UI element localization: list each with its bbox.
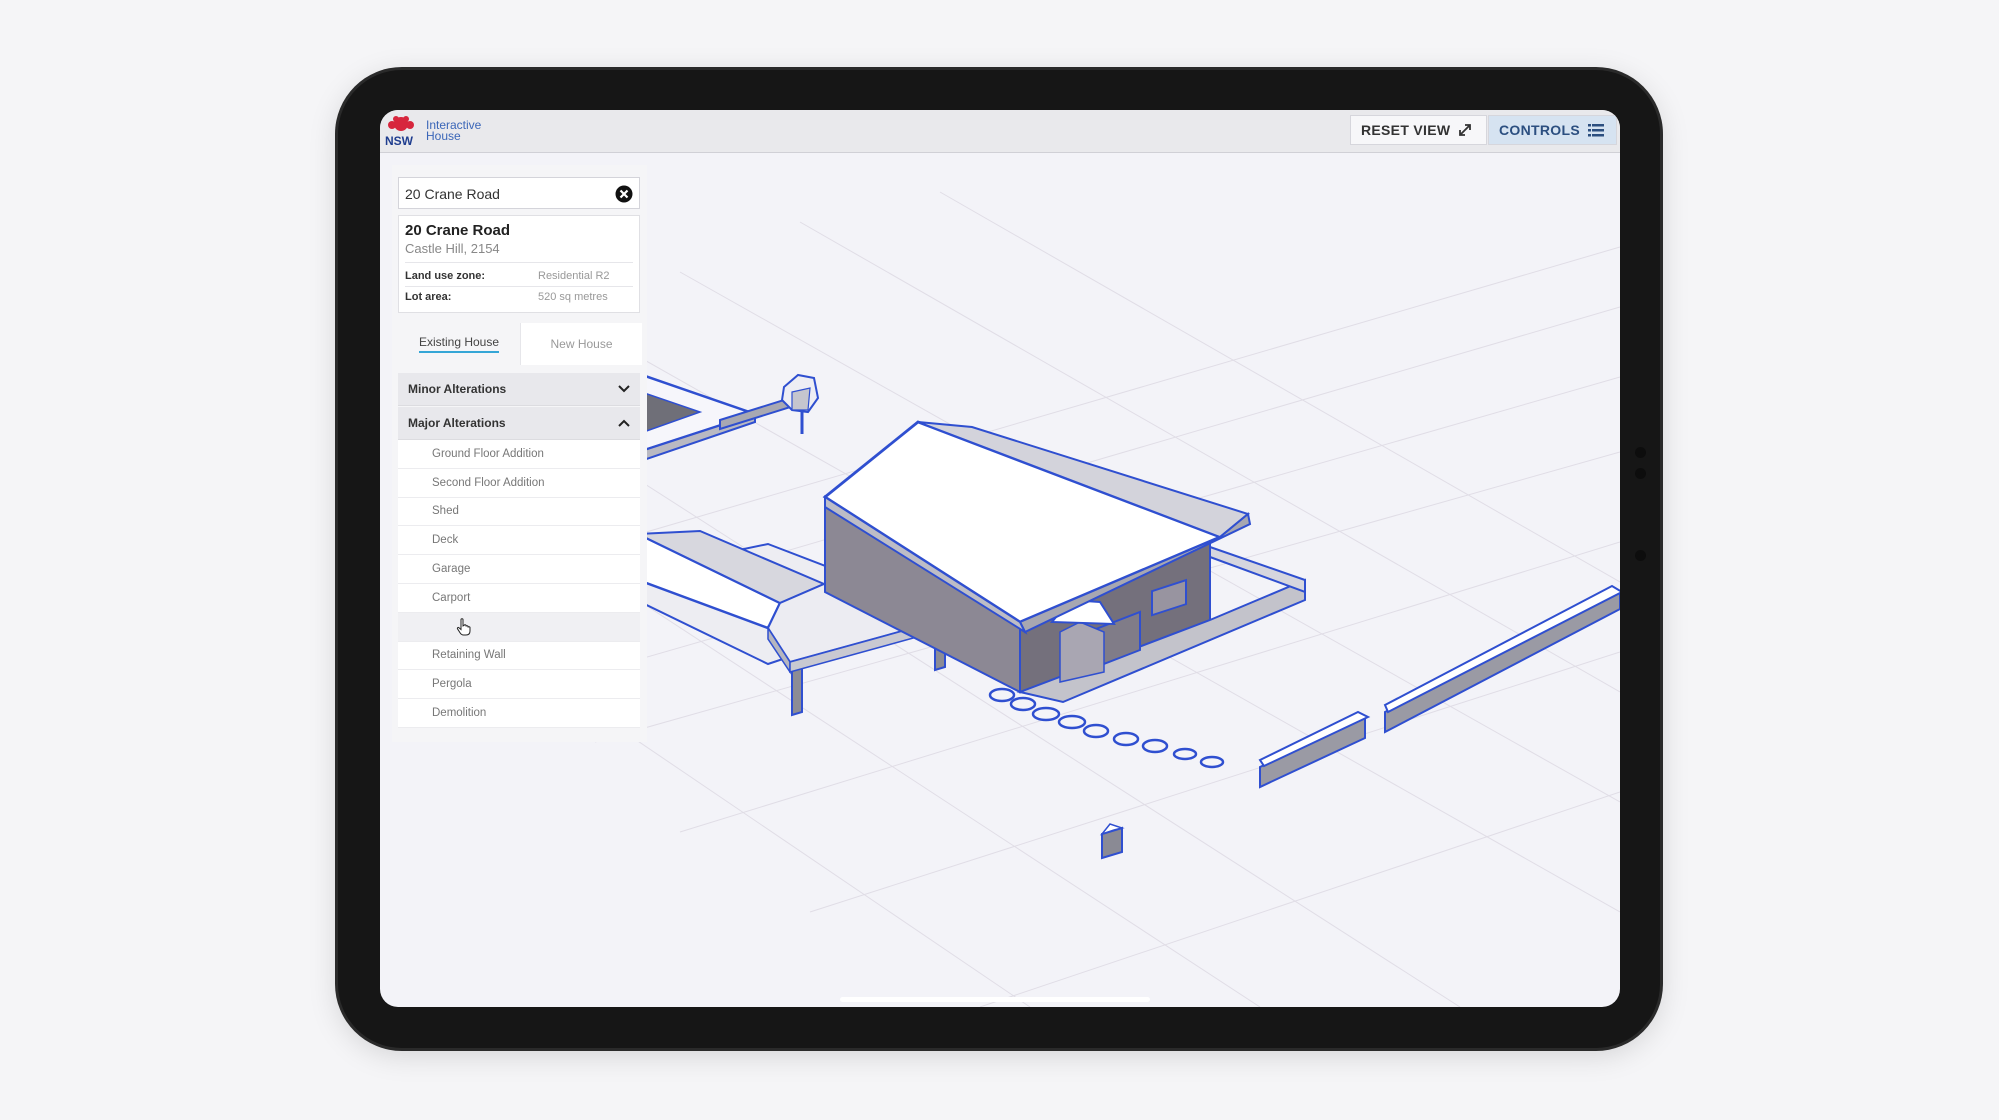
app-name-line2: House [426,129,461,143]
section-label: Minor Alterations [408,382,507,396]
house-tabs: Existing House New House [398,323,648,367]
side-button [1635,468,1646,479]
tab-label: New House [550,337,613,351]
nsw-logo[interactable]: NSW Interactive House [384,115,481,147]
section-label: Major Alterations [408,416,506,430]
front-wall-right[interactable] [1383,584,1620,734]
home-indicator [840,997,1150,1002]
land-use-value: Residential R2 [538,270,610,282]
expand-arrows-icon [1459,124,1472,136]
property-title: 20 Crane Road [405,222,511,239]
chevron-down-icon [618,385,630,393]
minor-alterations-header[interactable]: Minor Alterations [398,373,640,406]
list-item-pergola[interactable]: Pergola [398,670,640,700]
app-screen: NSW Interactive House RESET VIEW CONTROL… [380,110,1620,1007]
major-alterations-list: Ground Floor Addition Second Floor Addit… [398,440,640,728]
list-item-deck[interactable]: Deck [398,526,640,556]
list-item-second-floor-addition[interactable]: Second Floor Addition [398,469,640,498]
list-item-ground-floor-addition[interactable]: Ground Floor Addition [398,440,640,469]
letterbox[interactable] [1099,823,1125,860]
address-search[interactable] [398,177,640,209]
front-wall-left[interactable] [1258,710,1371,789]
list-item-carport[interactable]: Carport [398,584,640,613]
list-icon [1587,123,1604,136]
divider [405,286,633,287]
lot-area-label: Lot area: [405,291,452,303]
side-button [1635,447,1646,458]
list-item-demolition[interactable]: Demolition [398,699,640,728]
property-info-card: 20 Crane Road Castle Hill, 2154 Land use… [398,215,640,313]
tab-existing-house[interactable]: Existing House [398,323,520,365]
reset-view-label: RESET VIEW [1361,122,1451,138]
top-bar: NSW Interactive House RESET VIEW CONTROL… [380,110,1620,153]
side-button [1635,550,1646,561]
close-circle-icon[interactable] [615,185,633,203]
tab-new-house[interactable]: New House [520,323,642,365]
hand-pointer-icon [456,617,471,636]
address-search-input[interactable] [403,183,607,205]
tab-label: Existing House [418,335,500,353]
land-use-label: Land use zone: [405,270,486,282]
list-item-garage[interactable]: Garage [398,555,640,584]
side-panel: 20 Crane Road Castle Hill, 2154 Land use… [392,165,647,742]
app-name: Interactive House [426,119,481,143]
tablet-frame: NSW Interactive House RESET VIEW CONTROL… [338,70,1660,1048]
controls-button[interactable]: CONTROLS [1488,115,1617,145]
list-item-hovered[interactable] [398,612,640,642]
chevron-up-icon [618,419,630,427]
logo-text: NSW [385,134,414,147]
controls-label: CONTROLS [1499,122,1580,138]
tree[interactable] [780,373,820,434]
main-house[interactable] [822,420,1306,704]
divider [405,262,633,263]
reset-view-button[interactable]: RESET VIEW [1350,115,1487,145]
major-alterations-header[interactable]: Major Alterations [398,407,640,440]
list-item-shed[interactable]: Shed [398,498,640,527]
lot-area-value: 520 sq metres [538,291,608,303]
waratah-icon: NSW [385,116,414,147]
property-suburb: Castle Hill, 2154 [405,241,500,256]
list-item-retaining-wall[interactable]: Retaining Wall [398,642,640,671]
